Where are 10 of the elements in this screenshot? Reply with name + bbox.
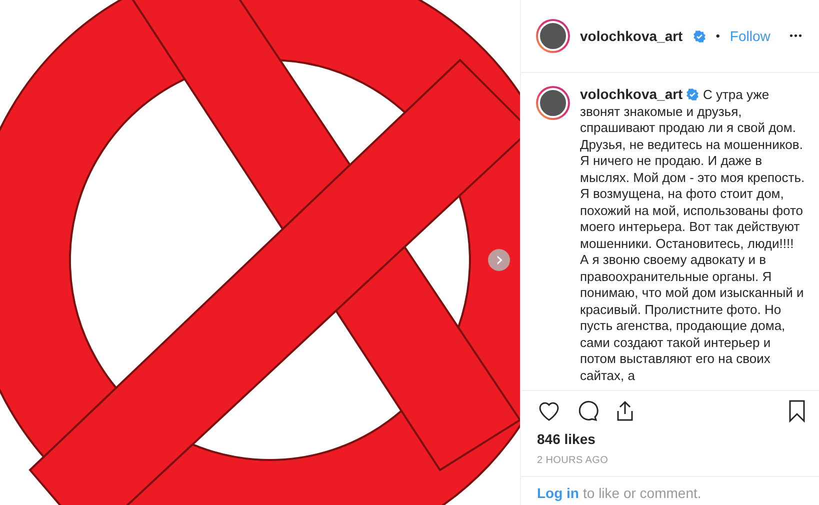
post-time: 2 HOURS AGO — [536, 454, 610, 468]
avatar[interactable] — [536, 86, 570, 120]
avatar[interactable] — [536, 19, 570, 53]
username-link[interactable]: volochkova_art — [580, 86, 683, 102]
likes-count: 846 likes — [536, 430, 596, 447]
separator-dot: • — [716, 29, 720, 43]
caption-text: volochkova_art С утра уже звонят знакомые и друзья, спрашивают продаю ли я свой дом. Друзья, не ведитесь на мошенников. Я ничего не продаю. И даже в мыслях. Мой дом - это моя крепость. Я возмущена, на фото стоит дом, похожий на мой, использованы фото моего интерьера. Вот так действуют мошенники. Остановитесь, люди!!!! А я звоню своему адвокату и в правоохранительные органы. Я понимаю, что мой дом изысканный и красивый. Пролистните фото. Но пусть агенства, продающие дома, сами создают такой интерьер и потом выставляют его на своих сайтах, а — [580, 86, 805, 384]
username-link[interactable]: volochkova_art — [580, 28, 683, 44]
login-prompt-text: to like or comment. — [583, 485, 702, 501]
more-options-button[interactable]: ••• — [789, 30, 803, 42]
